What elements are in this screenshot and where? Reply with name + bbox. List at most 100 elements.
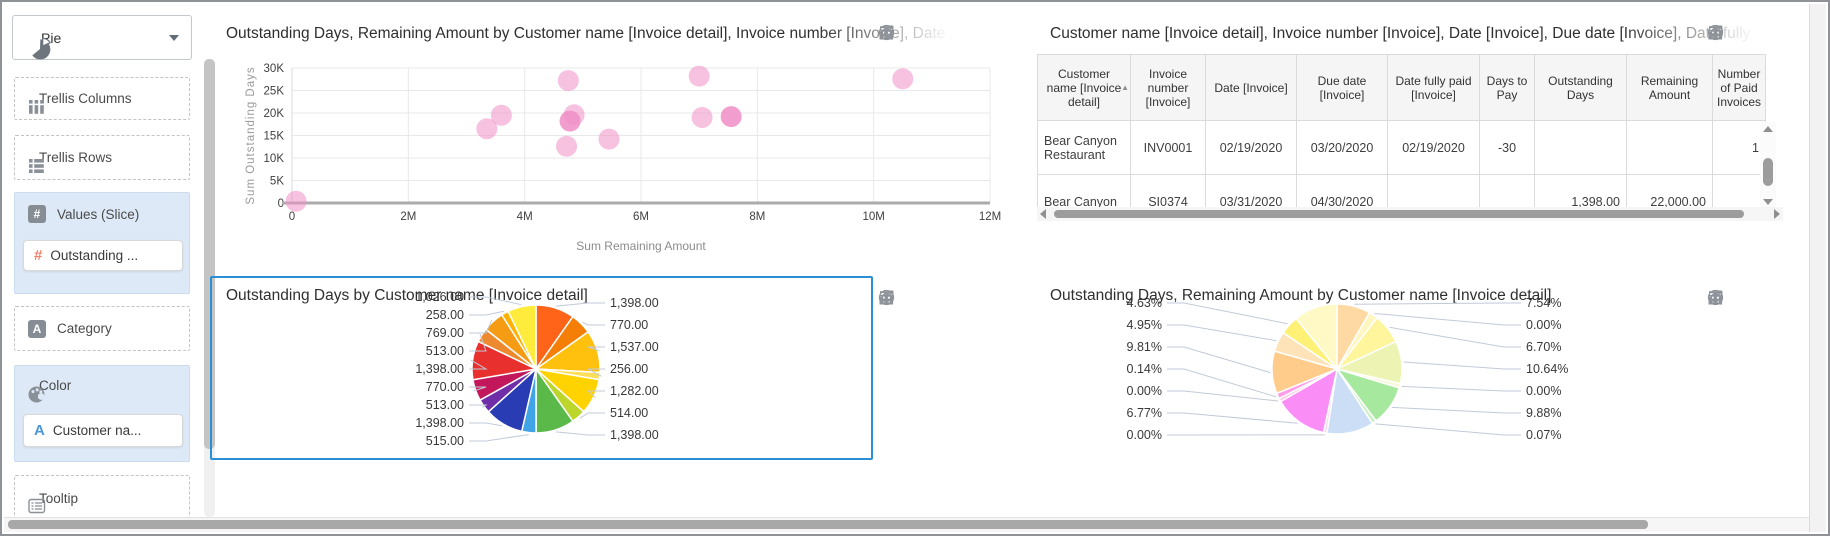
field-chip-customer-name[interactable]: A Customer na...: [23, 414, 183, 447]
scatter-point[interactable]: [720, 106, 742, 128]
invoice-table: Customer name [Invoice detail] ▲ Invoice n…: [1037, 54, 1783, 207]
menu-icon[interactable]: [1707, 289, 1724, 306]
pie-slice-label: 7.54%: [1526, 296, 1561, 310]
scrollbar-thumb[interactable]: [8, 520, 1648, 529]
shelf-tooltip[interactable]: Tooltip: [14, 475, 190, 521]
svg-text:5K: 5K: [270, 176, 284, 188]
column-header[interactable]: Remaining Amount: [1626, 54, 1713, 121]
scroll-left-arrow[interactable]: [1040, 209, 1046, 219]
column-header[interactable]: Date [Invoice]: [1205, 54, 1297, 121]
pie-slice-label: 1,537.00: [610, 340, 659, 354]
hash-icon: #: [28, 205, 46, 223]
table-row: Bear Canyon Restaurant INV0001 02/19/2020 0…: [1037, 120, 1766, 175]
column-header[interactable]: Days to Pay: [1479, 54, 1535, 121]
menu-icon[interactable]: [1707, 24, 1724, 41]
svg-text:8M: 8M: [749, 211, 765, 223]
pie-slice-label: 6.70%: [1526, 340, 1561, 354]
scrollbar-thumb[interactable]: [1054, 210, 1744, 218]
pie-slice-label: 770.00: [610, 318, 648, 332]
pie-slice-label: 1,282.00: [610, 384, 659, 398]
pie-slice-label: 256.00: [610, 362, 648, 376]
svg-text:15K: 15K: [264, 131, 285, 143]
table-cell: INV0001: [1130, 120, 1206, 175]
app-right-scrollbar-gutter[interactable]: [1809, 4, 1826, 532]
pie-slice-label: 0.00%: [1127, 384, 1162, 398]
hash-icon: #: [34, 247, 43, 264]
svg-text:Sum Outstanding Days: Sum Outstanding Days: [245, 66, 257, 204]
letter-a-icon: A: [28, 319, 46, 338]
column-header[interactable]: Invoice number [Invoice]: [1130, 54, 1206, 121]
pie-chart-percent: 7.54% 0.00% 6.70% 10.64% 0.00% 9.88% 0.07% 4.63…: [1127, 296, 1569, 442]
scatter-point[interactable]: [688, 65, 710, 87]
shelf-color[interactable]: Color A Customer na...: [14, 365, 190, 462]
svg-text:30K: 30K: [264, 63, 285, 75]
table-cell: [1479, 174, 1535, 207]
column-header[interactable]: Date fully paid [Invoice]: [1387, 54, 1480, 121]
pie-slice-label: 514.00: [610, 406, 648, 420]
scroll-down-arrow[interactable]: [1763, 199, 1773, 205]
table-cell: 03/20/2020: [1296, 120, 1388, 175]
table-cell: Bear Canyon: [1037, 174, 1131, 207]
table-cell: Bear Canyon Restaurant: [1037, 120, 1131, 175]
scroll-right-arrow[interactable]: [1774, 209, 1780, 219]
field-chip-outstanding[interactable]: # Outstanding ...: [23, 240, 183, 271]
column-header[interactable]: Number of Paid Invoices: [1712, 54, 1766, 121]
scatter-panel-title: Outstanding Days, Remaining Amount by Cu…: [226, 21, 986, 47]
scatter-point[interactable]: [490, 104, 512, 126]
table-horizontal-scrollbar[interactable]: [1037, 207, 1783, 221]
svg-text:25K: 25K: [264, 86, 285, 98]
scatter-point[interactable]: [556, 135, 578, 157]
table-vertical-scrollbar[interactable]: [1760, 122, 1776, 207]
svg-text:20K: 20K: [264, 108, 285, 120]
scatter-point[interactable]: [557, 70, 579, 92]
table-row: Bear Canyon SI0374 03/31/2020 04/30/2020 1,3…: [1037, 174, 1766, 207]
table-cell: 03/31/2020: [1205, 174, 1297, 207]
pie-slice-label: 513.00: [426, 344, 464, 358]
column-header[interactable]: Due date [Invoice]: [1296, 54, 1388, 121]
svg-text:10M: 10M: [862, 211, 884, 223]
scatter-point[interactable]: [892, 68, 914, 90]
pie-slice-label: 6.77%: [1127, 406, 1162, 420]
shelf-trellis-columns[interactable]: Trellis Columns: [14, 77, 190, 120]
scatter-point[interactable]: [691, 107, 713, 128]
shelf-category[interactable]: A Category: [14, 306, 190, 351]
pie-slice-label: 0.07%: [1526, 428, 1561, 442]
table-cell: [1387, 174, 1480, 207]
table-cell: 02/19/2020: [1387, 120, 1480, 175]
shelf-label: Trellis Rows: [39, 150, 113, 165]
table-cell: [1626, 120, 1713, 175]
table-cell: 1: [1712, 120, 1766, 175]
shelf-trellis-rows[interactable]: Trellis Rows: [14, 135, 190, 180]
column-header[interactable]: Customer name [Invoice detail] ▲: [1037, 54, 1131, 121]
shelf-values-slice[interactable]: # Values (Slice) # Outstanding ...: [14, 192, 190, 294]
column-header[interactable]: Outstanding Days: [1534, 54, 1627, 121]
table-cell: -30: [1479, 120, 1535, 175]
scatter-point[interactable]: [559, 110, 581, 132]
pie-slice-label: 0.14%: [1127, 362, 1162, 376]
svg-text:2M: 2M: [400, 211, 416, 223]
app-frame: Pie Trellis Columns Trellis Rows # Value…: [0, 0, 1830, 536]
pie-slice-label: 258.00: [426, 308, 464, 322]
pie-slice-label: 1,398.00: [415, 416, 464, 430]
scroll-up-arrow[interactable]: [1763, 126, 1773, 132]
table-cell: 1,398.00: [1534, 174, 1627, 207]
chart-type-dropdown[interactable]: Pie: [12, 15, 192, 60]
scrollbar-thumb[interactable]: [1763, 158, 1773, 186]
app-horizontal-scrollbar[interactable]: [4, 517, 1810, 532]
pie-slice-label: 769.00: [426, 326, 464, 340]
scatter-point[interactable]: [598, 128, 620, 150]
table-cell: [1534, 120, 1627, 175]
menu-icon[interactable]: [878, 24, 895, 41]
table-panel-title: Customer name [Invoice detail], Invoice …: [1050, 21, 1790, 47]
pie-slice-label: 9.81%: [1127, 340, 1162, 354]
field-chip-label: Outstanding ...: [50, 248, 139, 263]
svg-text:Sum Remaining Amount: Sum Remaining Amount: [576, 239, 706, 253]
shelf-label: Values (Slice): [57, 206, 140, 222]
table-cell: 02/19/2020: [1205, 120, 1297, 175]
pie-slice-label: 770.00: [426, 380, 464, 394]
menu-icon[interactable]: [878, 289, 895, 306]
scatter-point[interactable]: [285, 190, 307, 212]
svg-text:0: 0: [289, 211, 295, 223]
table-cell: 22,000.00: [1626, 174, 1713, 207]
scatter-chart: 0 2M 4M 6M 8M 10M 12M05K10K15K20K25K30KSum Out…: [245, 63, 1001, 253]
